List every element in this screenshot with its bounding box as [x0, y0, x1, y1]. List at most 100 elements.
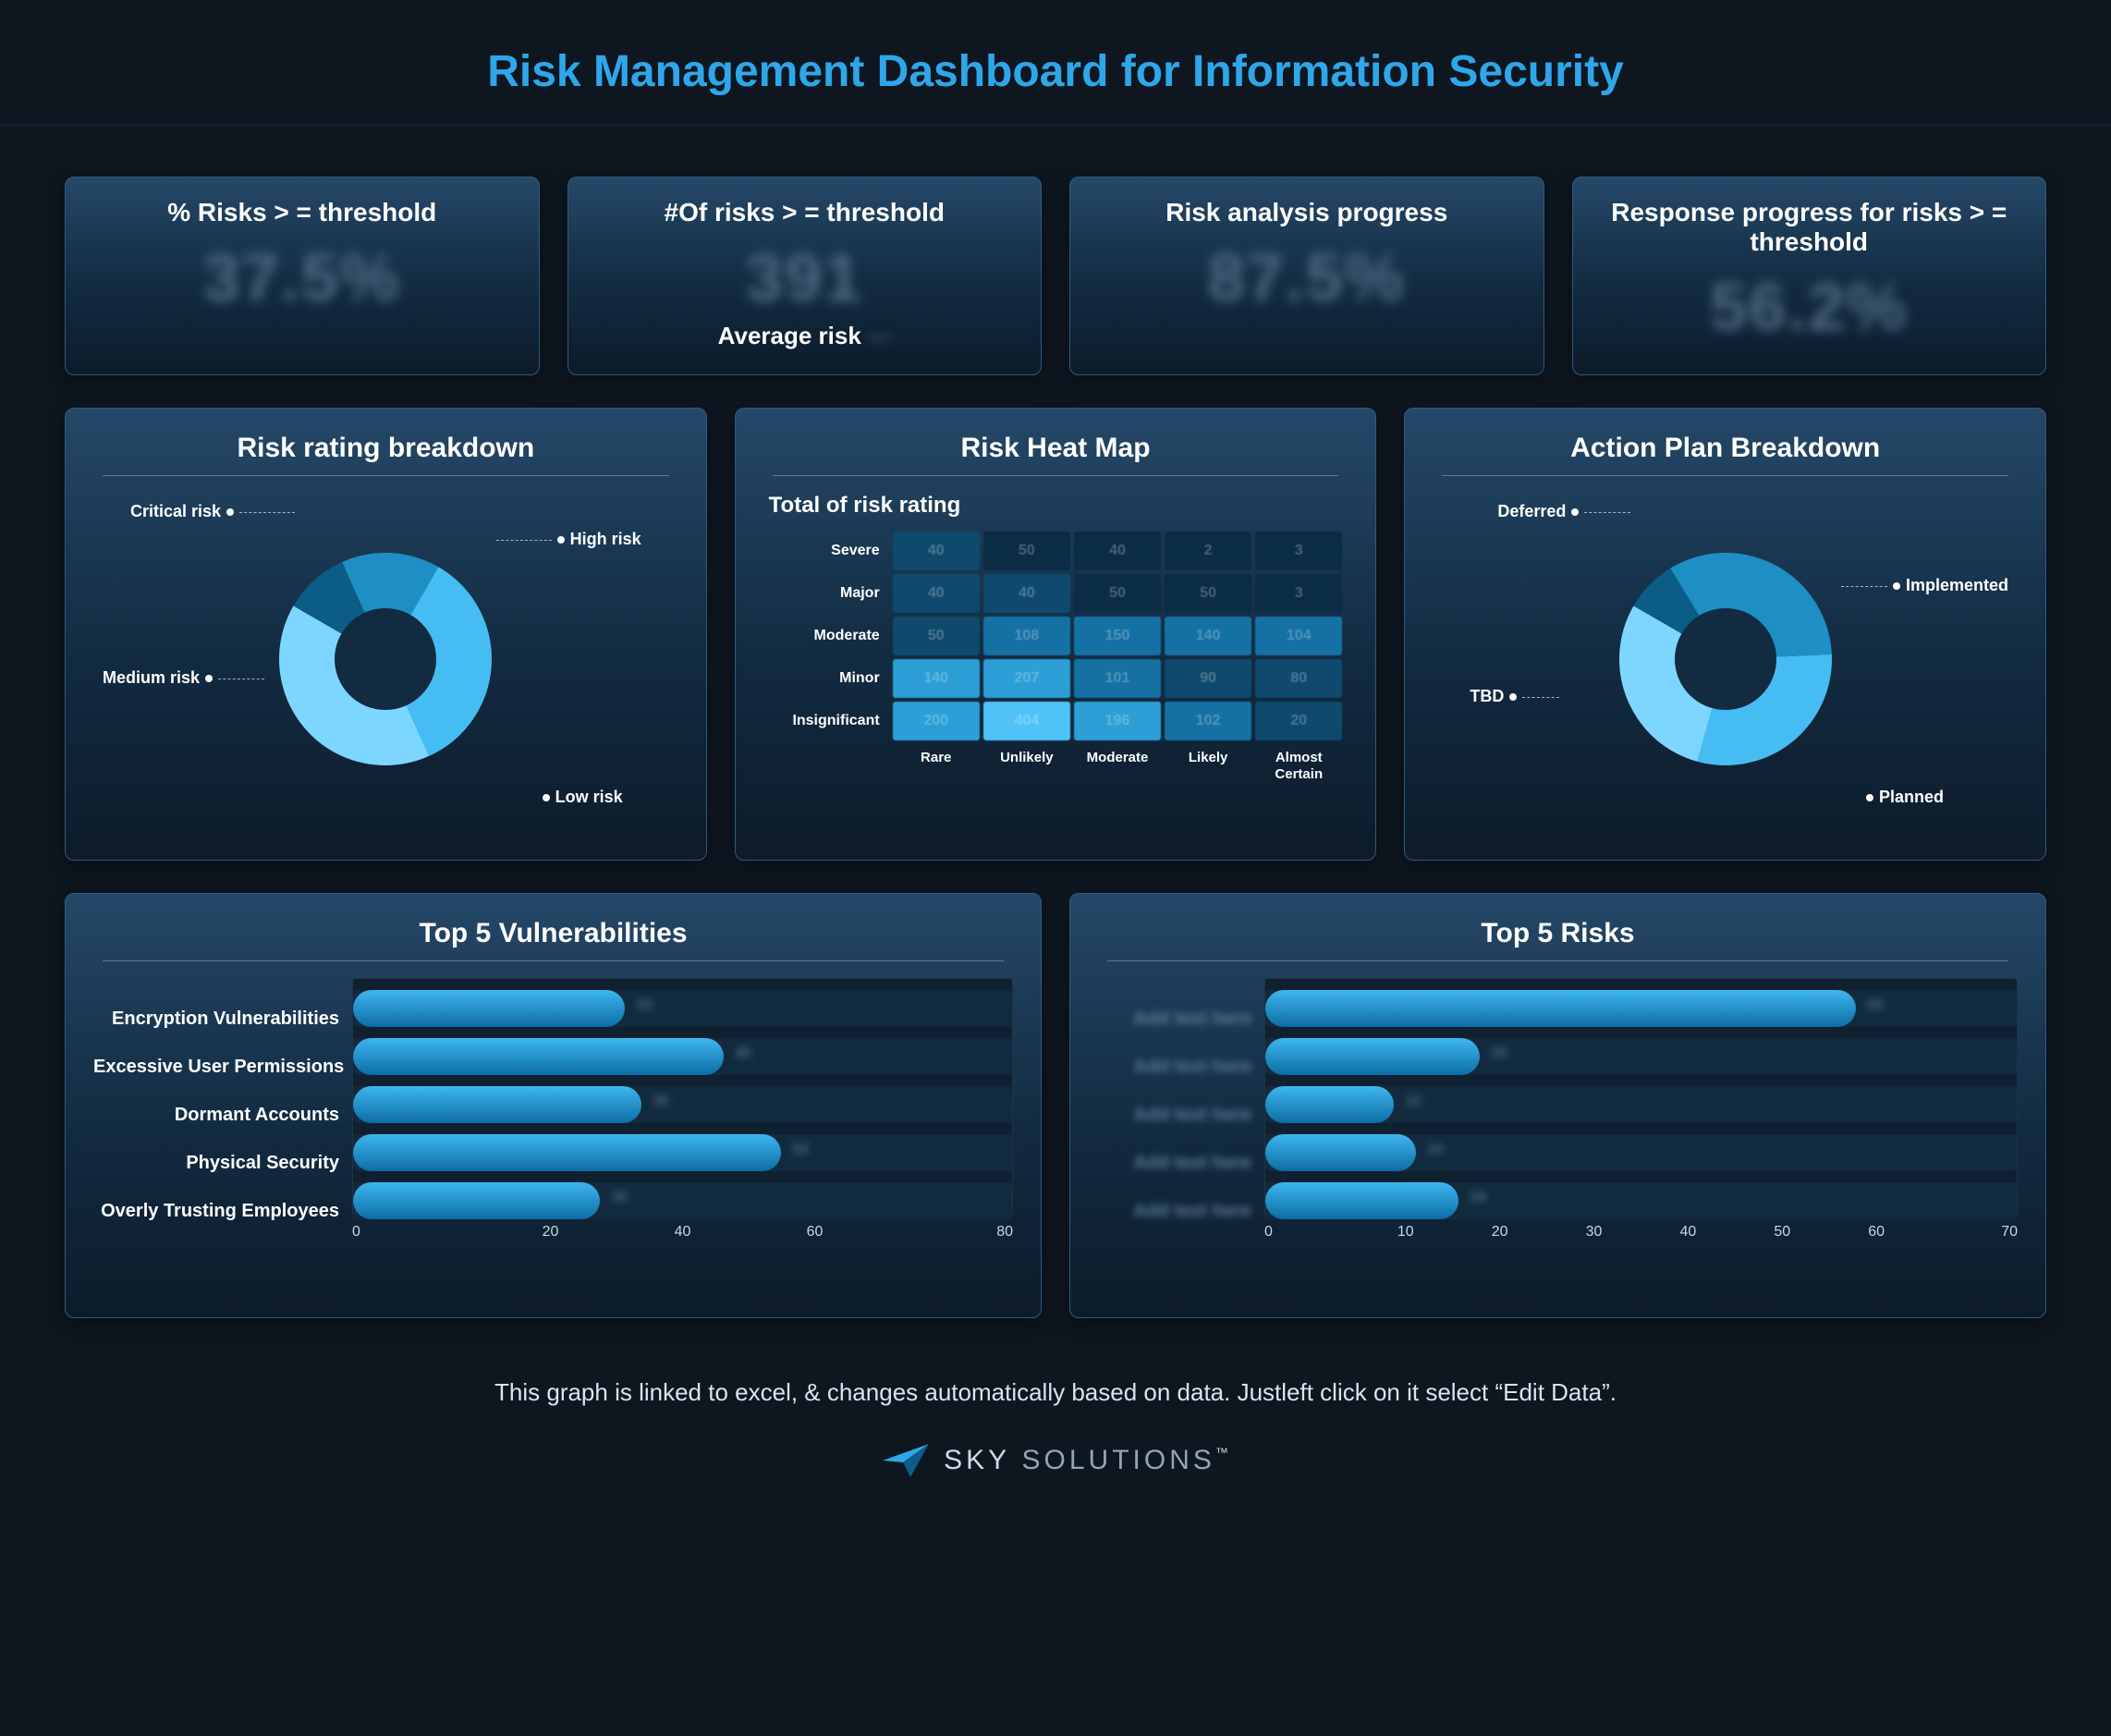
donut-label-medium: Medium risk	[103, 668, 264, 688]
bar-fill	[1265, 1134, 1416, 1171]
heatmap-row-label: Moderate	[769, 628, 889, 644]
bar-row-label: Add text here	[1098, 1048, 1251, 1085]
heatmap-cell: 104	[1255, 617, 1342, 655]
donut-chart-action-plan: Deferred Implemented Planned TBD	[1433, 493, 2018, 825]
heatmap-cell: 200	[893, 702, 980, 740]
bar-value: 12	[1405, 1094, 1422, 1110]
heatmap-row-label: Insignificant	[769, 713, 889, 729]
heatmap-cell: 2	[1165, 532, 1251, 570]
bar-value: 35	[653, 1094, 669, 1110]
heatmap-cell: 40	[893, 532, 980, 570]
axis-tick: 0	[1264, 1224, 1359, 1241]
heatmap-cell: 50	[983, 532, 1070, 570]
bar-row-label: Excessive User Permissions	[93, 1048, 339, 1085]
heatmap-col-label: Moderate	[1074, 750, 1161, 783]
donut-label-high: High risk	[496, 530, 641, 549]
bar-fill	[1265, 1182, 1458, 1219]
card-divider	[103, 960, 1004, 961]
heatmap-cell: 80	[1255, 659, 1342, 698]
page-title: Risk Management Dashboard for Informatio…	[65, 46, 2046, 97]
kpi-label: Response progress for risks > = threshol…	[1601, 198, 2019, 257]
heatmap-cell: 101	[1074, 659, 1161, 698]
axis-tick: 20	[1453, 1224, 1547, 1241]
axis-tick: 40	[616, 1224, 749, 1241]
card-divider	[773, 475, 1339, 476]
heatmap-grid: Severe40504023Major404050503Moderate5010…	[769, 532, 1343, 740]
kpi-card-1[interactable]: #Of risks > = threshold391Average risk—	[567, 177, 1043, 375]
axis-tick: 0	[352, 1224, 484, 1241]
bar-fill	[353, 1086, 641, 1123]
bar-fill	[353, 1134, 781, 1171]
heatmap-cell: 150	[1074, 617, 1161, 655]
bar-row-label: Dormant Accounts	[93, 1096, 339, 1133]
card-title: Risk rating breakdown	[93, 433, 678, 464]
card-divider	[1107, 960, 2008, 961]
mid-row: Risk rating breakdown Critical risk High…	[65, 408, 2046, 861]
card-top-vulnerabilities[interactable]: Top 5 Vulnerabilities Encryption Vulnera…	[65, 893, 1042, 1318]
kpi-label: Risk analysis progress	[1098, 198, 1516, 227]
donut-ring	[1619, 553, 1832, 765]
bar-value: 52	[792, 1142, 809, 1158]
axis-tick: 60	[1829, 1224, 1923, 1241]
donut-label-critical: Critical risk	[130, 502, 295, 521]
kpi-row: % Risks > = threshold 37.5% #Of risks > = …	[65, 177, 2046, 375]
heatmap-col-label: Likely	[1165, 750, 1251, 783]
heatmap-cell: 196	[1074, 702, 1161, 740]
heatmap-row-label: Minor	[769, 670, 889, 687]
bar-row-label: Physical Security	[93, 1144, 339, 1181]
bar-fill	[353, 990, 625, 1027]
heatmap-cell: 40	[1074, 532, 1161, 570]
bar-fill	[353, 1182, 600, 1219]
card-top-risks[interactable]: Top 5 Risks Add text hereAdd text hereAd…	[1069, 893, 2046, 1318]
bar-plot-area: 3345355230	[352, 978, 1013, 1216]
card-title: Risk Heat Map	[763, 433, 1348, 464]
bar-value: 18	[1470, 1190, 1486, 1206]
kpi-card-0[interactable]: % Risks > = threshold 37.5%	[65, 177, 540, 375]
bar-fill	[1265, 990, 1856, 1027]
heatmap-cell: 20	[1255, 702, 1342, 740]
bar-row-label: Overly Trusting Employees	[93, 1192, 339, 1229]
heatmap-cell: 404	[983, 702, 1070, 740]
kpi-card-3[interactable]: Response progress for risks > = threshol…	[1572, 177, 2047, 375]
card-risk-rating[interactable]: Risk rating breakdown Critical risk High…	[65, 408, 707, 861]
kpi-value: 37.5%	[93, 240, 511, 316]
brand-text: SKY SOLUTIONS™	[944, 1445, 1228, 1476]
donut-chart-risk-rating: Critical risk High risk Low risk Medium …	[93, 493, 678, 825]
paper-plane-icon	[883, 1444, 929, 1477]
header-divider	[0, 125, 2111, 126]
bar-row-label: Add text here	[1098, 1192, 1251, 1229]
card-heatmap[interactable]: Risk Heat Map Total of risk rating Sever…	[735, 408, 1377, 861]
footnote-text: This graph is linked to excel, & changes…	[65, 1378, 2046, 1407]
bar-value: 45	[735, 1045, 751, 1062]
card-divider	[1442, 475, 2008, 476]
axis-tick: 10	[1359, 1224, 1453, 1241]
kpi-card-2[interactable]: Risk analysis progress87.5%	[1069, 177, 1544, 375]
bar-fill	[353, 1038, 724, 1075]
axis-tick: 80	[881, 1224, 1013, 1241]
heatmap-col-label: Rare	[893, 750, 980, 783]
bar-value: 20	[1491, 1045, 1507, 1062]
heatmap-cell: 3	[1255, 532, 1342, 570]
axis-tick: 60	[749, 1224, 881, 1241]
bar-x-axis: 010203040506070	[1264, 1224, 2018, 1241]
bar-chart-risks: Add text here Add text here Add text here A…	[1098, 978, 2018, 1241]
heatmap-row-label: Severe	[769, 543, 889, 559]
axis-tick: 20	[484, 1224, 616, 1241]
bar-row-label: Add text here	[1098, 1144, 1251, 1181]
bar-row-labels: Encryption VulnerabilitiesExcessive User…	[93, 978, 352, 1241]
bar-value: 55	[1867, 997, 1884, 1014]
axis-tick: 70	[1923, 1224, 2018, 1241]
kpi-label: % Risks > = threshold	[93, 198, 511, 227]
kpi-value: 391	[596, 240, 1014, 316]
bottom-row: Top 5 Vulnerabilities Encryption Vulnera…	[65, 893, 2046, 1318]
kpi-value: 56.2%	[1601, 270, 2019, 346]
bar-row-label: Add text here	[1098, 1000, 1251, 1037]
heatmap-cell: 40	[893, 574, 980, 613]
bar-row-label: Add text here	[1098, 1096, 1251, 1133]
donut-ring	[279, 553, 492, 765]
card-title: Top 5 Risks	[1098, 918, 2018, 949]
heatmap-cell: 50	[893, 617, 980, 655]
card-action-plan[interactable]: Action Plan Breakdown Deferred Implement…	[1404, 408, 2046, 861]
card-divider	[103, 475, 669, 476]
card-title: Top 5 Vulnerabilities	[93, 918, 1013, 949]
